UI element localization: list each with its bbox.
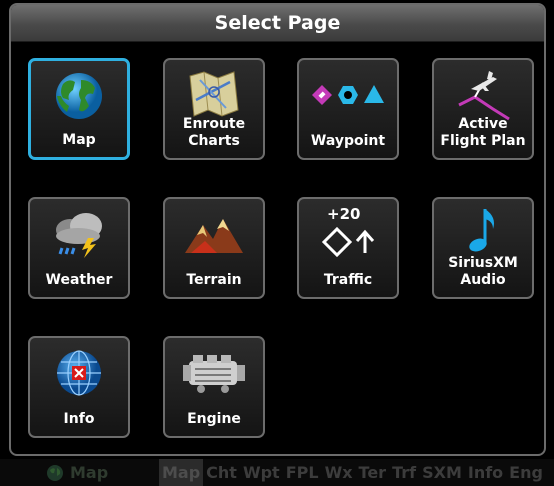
window-title: Select Page xyxy=(11,5,544,42)
tile-label: Enroute Charts xyxy=(182,116,246,149)
traffic-symbol-icon: +20 xyxy=(299,205,397,261)
tab-map[interactable]: Map xyxy=(159,459,204,486)
tile-label: Info xyxy=(63,411,95,427)
page-tabs: Map Cht Wpt FPL Wx Ter Trf SXM Info Eng xyxy=(159,459,546,486)
tab-cht[interactable]: Cht xyxy=(203,459,240,486)
tile-engine[interactable]: Engine xyxy=(163,336,265,438)
chart-icon xyxy=(165,68,263,122)
tile-enroute-charts[interactable]: Enroute Charts xyxy=(163,58,265,160)
tile-label: Engine xyxy=(187,411,241,427)
tab-info[interactable]: Info xyxy=(465,459,506,486)
traffic-altitude-text: +20 xyxy=(327,205,361,223)
tile-active-flight-plan[interactable]: Active Flight Plan xyxy=(432,58,534,160)
tile-siriusxm-audio[interactable]: SiriusXM Audio xyxy=(432,197,534,299)
tile-label: Weather xyxy=(45,272,113,288)
tile-info[interactable]: Info xyxy=(28,336,130,438)
tab-ter[interactable]: Ter xyxy=(356,459,390,486)
tile-weather[interactable]: Weather xyxy=(28,197,130,299)
current-page-label: Map xyxy=(70,463,109,482)
tab-wx[interactable]: Wx xyxy=(322,459,356,486)
tile-label: Map xyxy=(62,132,96,148)
tab-eng[interactable]: Eng xyxy=(506,459,546,486)
current-page-indicator: Map xyxy=(46,459,108,486)
tile-traffic[interactable]: +20 Traffic xyxy=(297,197,399,299)
tile-label: Active Flight Plan xyxy=(440,116,526,149)
waypoint-symbols-icon xyxy=(299,68,397,122)
globe-icon xyxy=(47,464,63,481)
engine-icon xyxy=(165,346,263,400)
music-note-icon xyxy=(434,203,532,257)
weather-cloud-icon xyxy=(30,207,128,261)
tile-label: Waypoint xyxy=(310,133,386,149)
terrain-mountain-icon xyxy=(165,207,263,261)
flight-plan-icon xyxy=(434,68,532,122)
info-globe-icon xyxy=(30,346,128,400)
tile-map[interactable]: Map xyxy=(28,58,130,160)
globe-icon xyxy=(31,69,127,123)
page-navigation-bar: Map Map Cht Wpt FPL Wx Ter Trf SXM Info … xyxy=(0,459,554,486)
tile-label: SiriusXM Audio xyxy=(448,255,518,288)
tile-label: Terrain xyxy=(186,272,242,288)
tab-fpl[interactable]: FPL xyxy=(283,459,322,486)
tab-wpt[interactable]: Wpt xyxy=(240,459,283,486)
tile-terrain[interactable]: Terrain xyxy=(163,197,265,299)
tab-sxm[interactable]: SXM xyxy=(419,459,465,486)
tile-label: Traffic xyxy=(323,272,373,288)
tile-waypoint[interactable]: Waypoint xyxy=(297,58,399,160)
select-page-window: Select Page Map Enroute Charts Waypoint … xyxy=(9,3,546,456)
tab-trf[interactable]: Trf xyxy=(389,459,419,486)
